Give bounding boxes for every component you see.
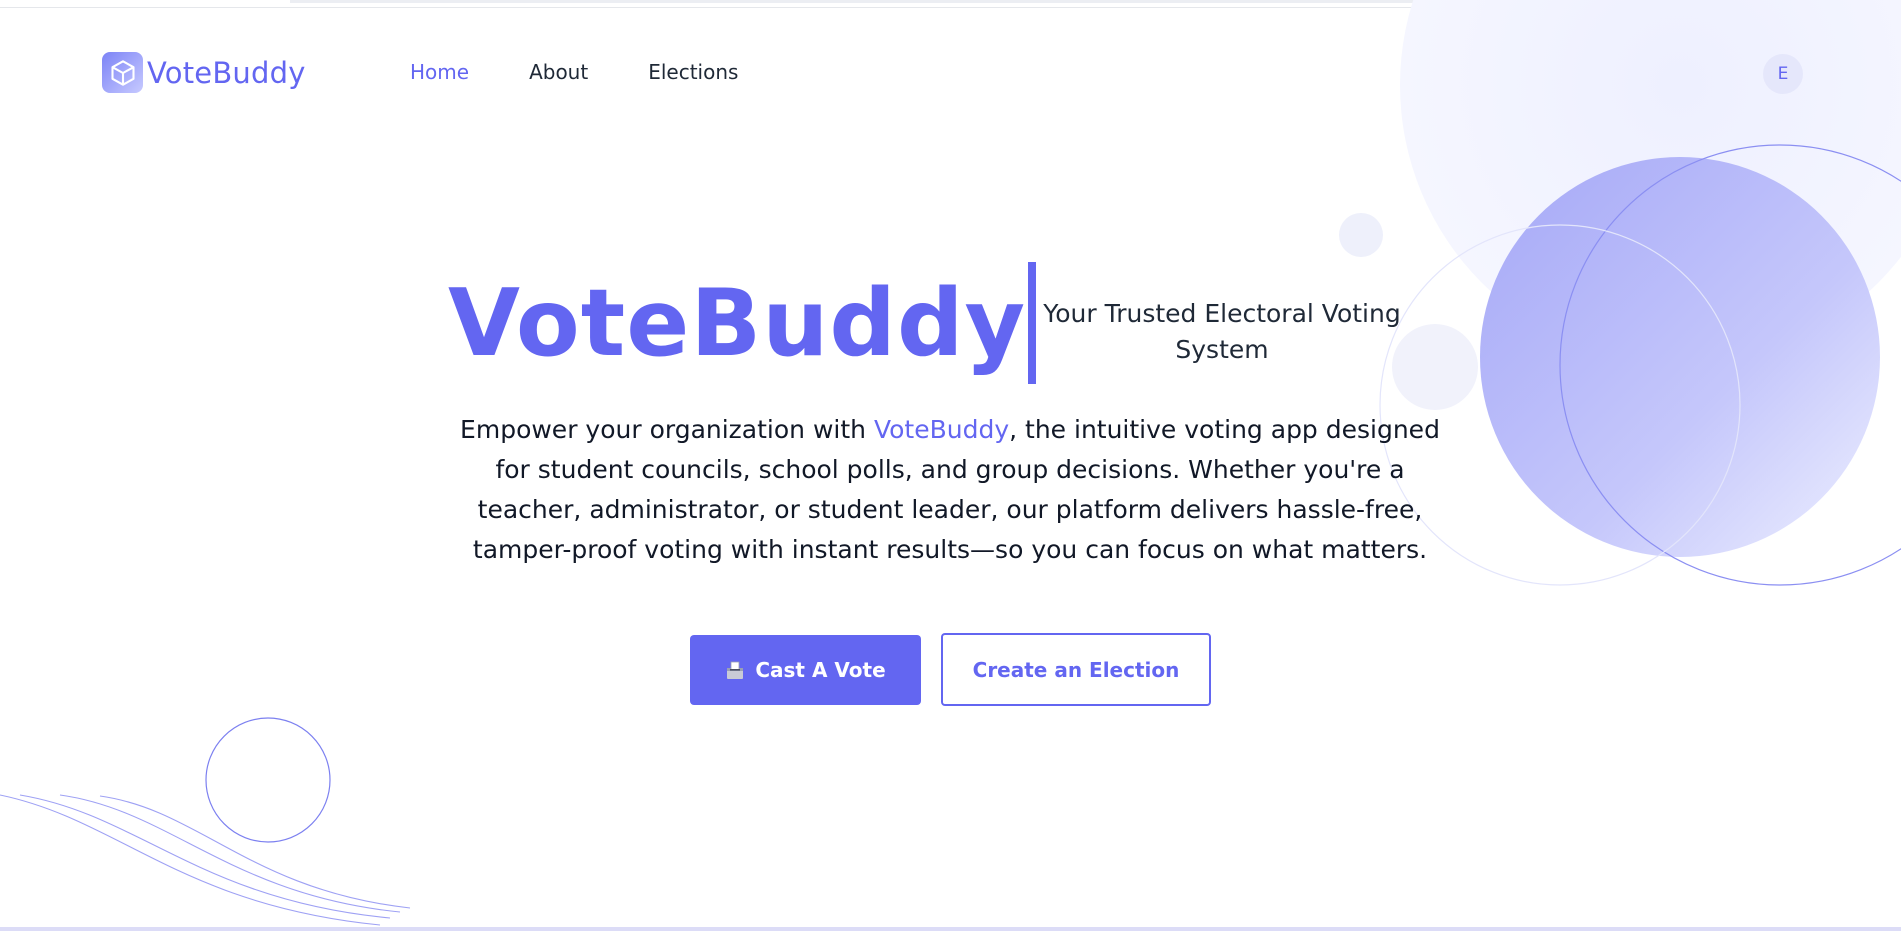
description-before: Empower your organization with xyxy=(460,415,874,444)
brand-name: VoteBuddy xyxy=(147,55,306,90)
small-bubble xyxy=(1339,213,1383,257)
nav-links: Home About Elections xyxy=(410,60,738,84)
hero-title: VoteBuddy xyxy=(448,268,1027,377)
description-highlight: VoteBuddy xyxy=(873,415,1010,444)
browser-bottom-border xyxy=(0,927,1901,931)
nav-about[interactable]: About xyxy=(529,60,588,84)
ballot-box-icon xyxy=(725,660,745,680)
nav-elections[interactable]: Elections xyxy=(648,60,738,84)
cast-vote-label: Cast A Vote xyxy=(755,658,886,682)
nav-home[interactable]: Home xyxy=(410,60,469,84)
navbar: VoteBuddy Home About Elections E xyxy=(0,46,1901,100)
hero-tagline: Your Trusted Electoral Voting System xyxy=(1043,299,1401,364)
cast-vote-button[interactable]: Cast A Vote xyxy=(690,635,921,705)
hero-title-row: VoteBuddy xyxy=(448,262,1037,384)
user-avatar[interactable]: E xyxy=(1763,54,1803,94)
brand[interactable]: VoteBuddy xyxy=(102,52,306,93)
bottom-outline-circle xyxy=(205,717,331,843)
create-election-button[interactable]: Create an Election xyxy=(941,633,1211,706)
wave-lines xyxy=(0,794,411,926)
cube-icon xyxy=(102,52,143,93)
page: VoteBuddy Home About Elections E VoteBud… xyxy=(0,0,1901,931)
big-gradient-circle xyxy=(1480,157,1880,557)
hero-description: Empower your organization with VoteBuddy… xyxy=(440,410,1460,570)
